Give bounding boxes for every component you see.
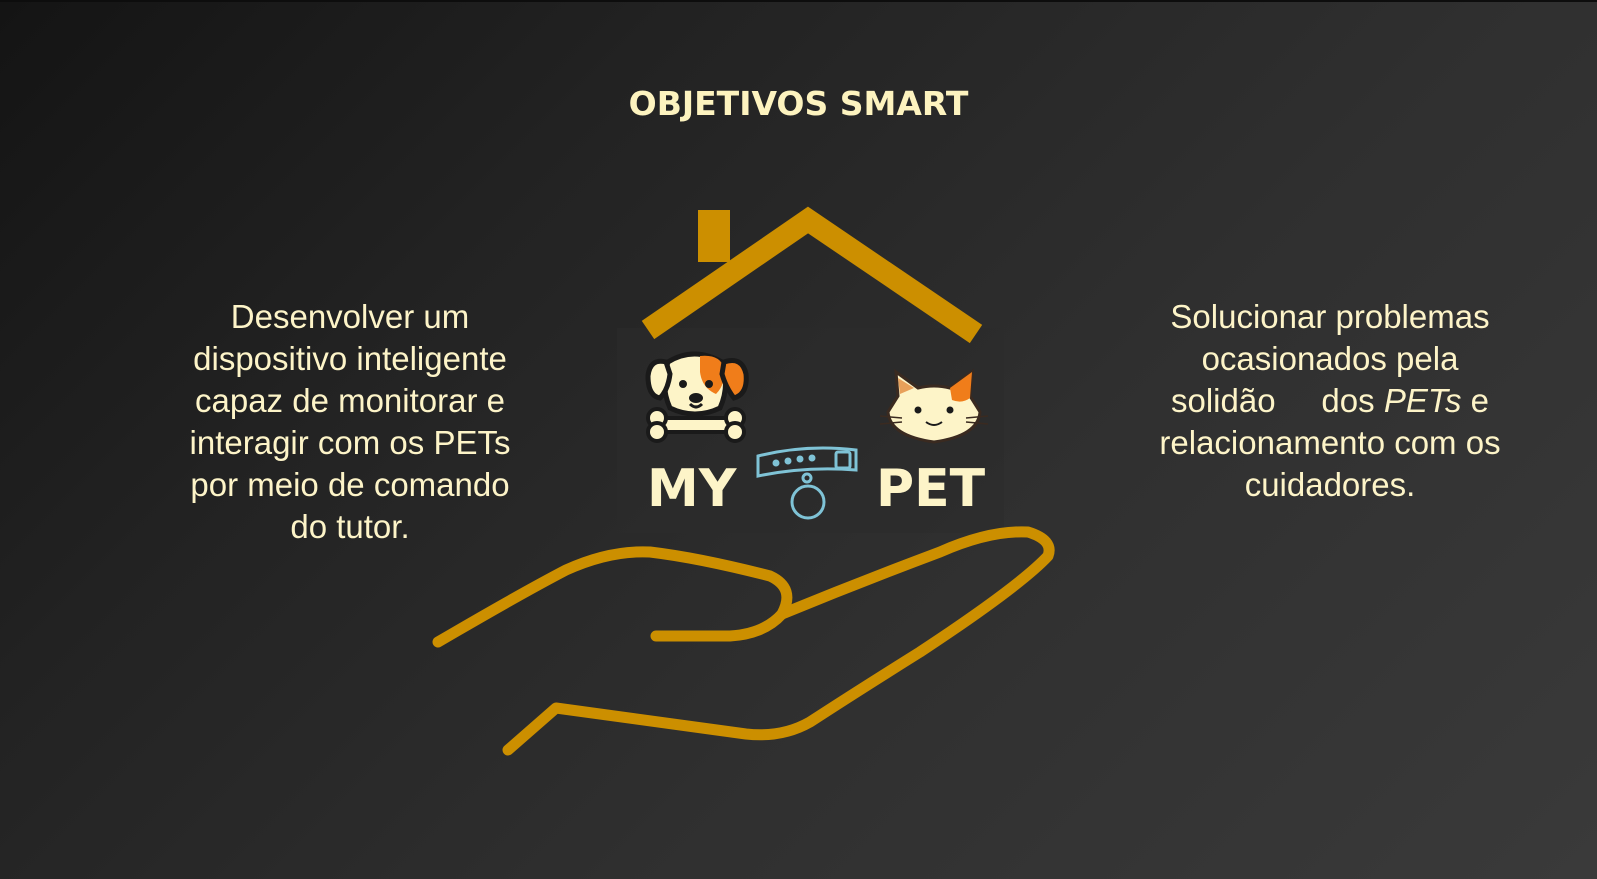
- slide-title: OBJETIVOS SMART: [628, 84, 969, 123]
- right-text-line: relacionamento com os: [1159, 424, 1501, 461]
- logo-word-pet: PET: [876, 459, 986, 519]
- right-objective-text: Solucionar problemas ocasionados pela so…: [1120, 296, 1540, 506]
- logo-word-my: MY: [647, 459, 738, 519]
- right-text-word: solidão: [1171, 382, 1276, 419]
- right-text-line: Solucionar problemas: [1170, 298, 1490, 335]
- right-text-word: e: [1470, 382, 1489, 419]
- slide: OBJETIVOS SMART Desenvolver um dispositi…: [0, 0, 1597, 879]
- right-text-line: cuidadores.: [1244, 466, 1416, 503]
- right-text-emphasis: PETs: [1383, 382, 1462, 419]
- hand-icon: [432, 526, 1055, 756]
- house-roof-icon: [641, 206, 983, 344]
- right-text-line: ocasionados pela: [1201, 340, 1459, 377]
- dog-icon: [645, 351, 749, 443]
- right-text-word: dos: [1321, 382, 1375, 419]
- right-text-line: solidão dos PETs e: [1120, 380, 1540, 422]
- mypet-logo: MY PET: [432, 206, 1055, 756]
